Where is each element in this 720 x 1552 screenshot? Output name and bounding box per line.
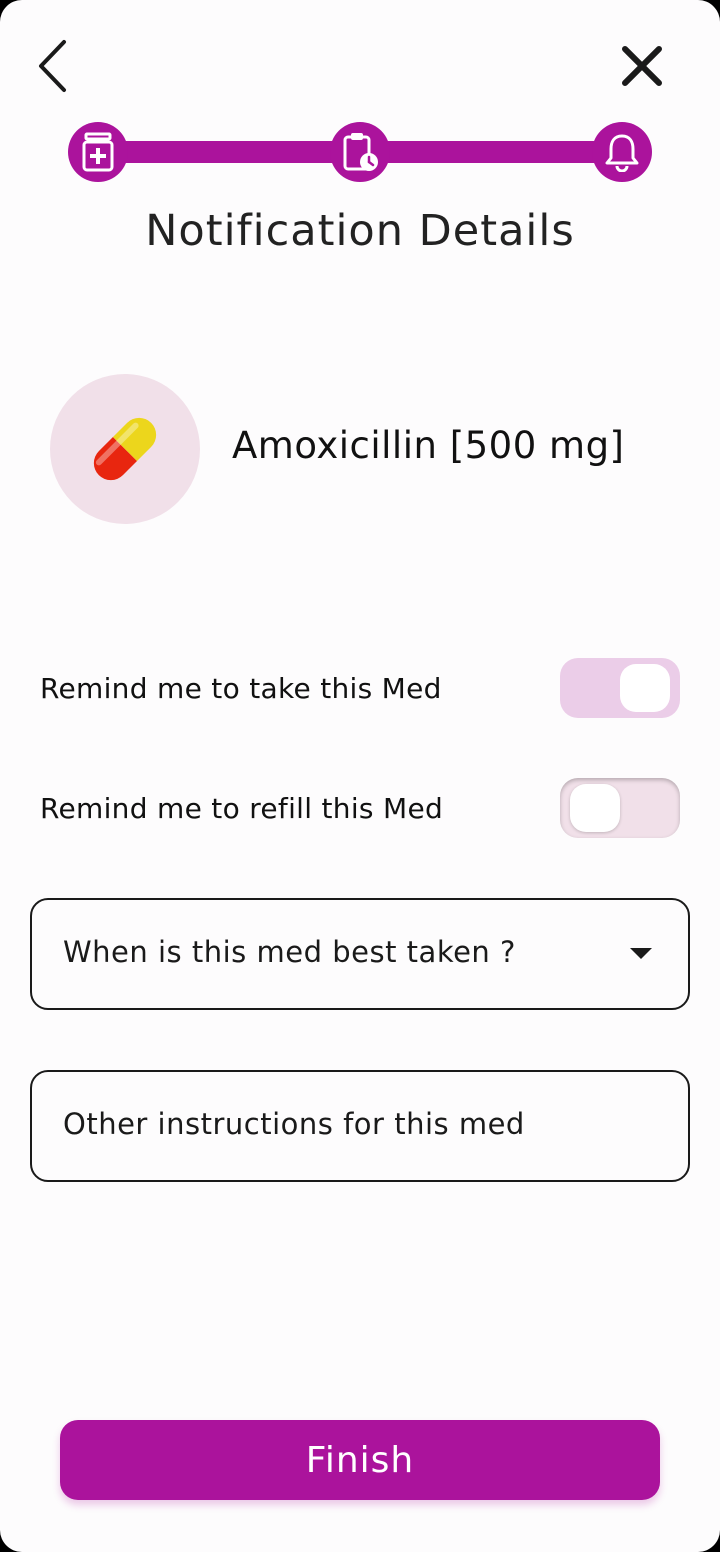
step-schedule xyxy=(330,122,390,182)
progress-stepper xyxy=(68,122,652,182)
medication-avatar xyxy=(50,374,200,524)
best-taken-placeholder: When is this med best taken ? xyxy=(63,935,516,969)
refill-reminder-row: Remind me to refill this Med xyxy=(40,778,680,838)
toggle-knob xyxy=(570,784,620,832)
chevron-left-icon xyxy=(39,40,66,92)
take-reminder-label: Remind me to take this Med xyxy=(40,672,442,705)
other-instructions-input[interactable]: Other instructions for this med xyxy=(30,1070,690,1182)
pill-capsule-icon xyxy=(93,417,157,481)
step-notification xyxy=(592,122,652,182)
toggle-knob xyxy=(620,664,670,712)
finish-button[interactable]: Finish xyxy=(60,1420,660,1500)
other-instructions-placeholder: Other instructions for this med xyxy=(63,1107,525,1141)
medication-name: Amoxicillin [500 mg] xyxy=(232,424,625,467)
close-icon xyxy=(622,46,662,86)
notification-details-screen: Notification Details Amoxicillin [500 mg… xyxy=(0,0,720,1552)
close-button[interactable] xyxy=(616,40,668,92)
take-reminder-toggle[interactable] xyxy=(560,658,680,718)
bell-icon xyxy=(605,134,639,172)
take-reminder-row: Remind me to take this Med xyxy=(40,658,680,718)
medicine-bottle-icon xyxy=(82,132,114,172)
page-title: Notification Details xyxy=(145,206,575,256)
refill-reminder-toggle[interactable] xyxy=(560,778,680,838)
step-medication xyxy=(68,122,128,182)
clipboard-clock-icon xyxy=(343,133,378,171)
best-taken-dropdown[interactable]: When is this med best taken ? xyxy=(30,898,690,1010)
back-button[interactable] xyxy=(30,36,78,96)
caret-down-icon xyxy=(630,948,652,959)
refill-reminder-label: Remind me to refill this Med xyxy=(40,792,444,825)
